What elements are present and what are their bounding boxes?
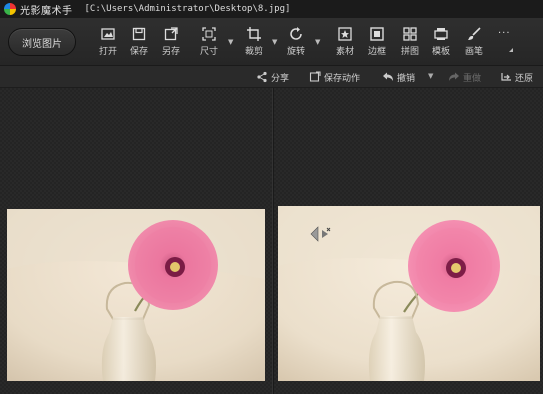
border-button[interactable]: 边框 (363, 26, 391, 60)
resize-button[interactable]: 尺寸 (195, 26, 223, 60)
save-as-button[interactable]: 另存 (157, 26, 185, 60)
template-icon (434, 28, 448, 40)
collage-label: 拼图 (400, 47, 419, 57)
expand-arrow-icon[interactable] (509, 48, 513, 52)
open-icon (101, 28, 115, 40)
more-tools-button[interactable]: ··· (498, 28, 511, 39)
material-icon (338, 27, 352, 41)
brush-icon (468, 27, 481, 40)
template-label: 模板 (431, 47, 450, 57)
redo-button[interactable]: 重做 (448, 70, 481, 84)
main-toolbar: 浏览图片 打开 保存 另存 尺寸 ▼ 裁剪 ▼ 旋转 ▼ 素材 边框 拼图 模板 (0, 18, 543, 66)
undo-label: 撤销 (397, 73, 416, 84)
save-label: 保存 (129, 47, 148, 57)
move-cursor-icon (310, 226, 331, 242)
file-path: [C:\Users\Administrator\Desktop\8.jpg] (84, 4, 291, 14)
share-label: 分享 (271, 73, 290, 84)
open-button[interactable]: 打开 (94, 26, 122, 60)
compare-divider[interactable] (272, 88, 274, 394)
restore-label: 还原 (515, 73, 534, 84)
flower-vase-image (7, 209, 265, 381)
crop-button[interactable]: 裁剪 (240, 26, 268, 60)
action-bar: 分享 保存动作 撤销 ▼ 重做 还原 (0, 66, 543, 88)
crop-icon (247, 27, 261, 41)
app-logo-icon (4, 3, 16, 15)
save-as-icon (164, 27, 178, 41)
save-action-button[interactable]: 保存动作 (309, 70, 360, 84)
rotate-button[interactable]: 旋转 (282, 26, 310, 60)
collage-button[interactable]: 拼图 (396, 26, 424, 60)
rotate-label: 旋转 (286, 47, 305, 57)
brush-button[interactable]: 画笔 (460, 26, 488, 60)
undo-button[interactable]: 撤销 (382, 70, 415, 84)
save-action-label: 保存动作 (324, 73, 361, 84)
template-button[interactable]: 模板 (427, 26, 455, 60)
browse-images-button[interactable]: 浏览图片 (8, 28, 76, 56)
share-icon (257, 71, 267, 83)
collage-icon (403, 27, 417, 41)
resize-label: 尺寸 (199, 47, 218, 57)
title-bar: 光影魔术手 [C:\Users\Administrator\Desktop\8.… (0, 0, 543, 18)
save-icon (132, 27, 146, 41)
material-button[interactable]: 素材 (331, 26, 359, 60)
save-button[interactable]: 保存 (125, 26, 153, 60)
brush-label: 画笔 (464, 47, 483, 57)
share-button[interactable]: 分享 (256, 70, 289, 84)
rotate-icon (290, 27, 302, 40)
rotate-dropdown-arrow[interactable]: ▼ (315, 38, 320, 46)
app-name: 光影魔术手 (20, 5, 73, 17)
redo-icon (449, 72, 459, 81)
undo-dropdown-arrow[interactable]: ▼ (428, 72, 433, 80)
resize-icon (202, 27, 216, 41)
resize-dropdown-arrow[interactable]: ▼ (228, 38, 233, 46)
restore-icon (501, 73, 511, 81)
open-label: 打开 (98, 47, 117, 57)
crop-dropdown-arrow[interactable]: ▼ (272, 38, 277, 46)
material-label: 素材 (335, 47, 354, 57)
restore-button[interactable]: 还原 (500, 70, 533, 84)
border-label: 边框 (367, 47, 386, 57)
redo-label: 重做 (463, 73, 482, 84)
crop-label: 裁剪 (244, 47, 263, 57)
original-photo (7, 209, 265, 381)
undo-icon (383, 72, 393, 81)
save-action-icon (309, 71, 321, 82)
save-as-label: 另存 (161, 47, 180, 57)
border-icon (370, 27, 384, 41)
